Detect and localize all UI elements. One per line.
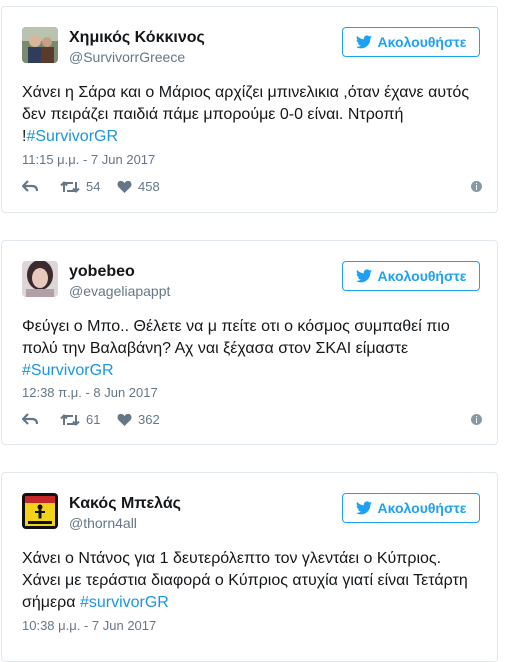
avatar[interactable] (22, 493, 58, 529)
author-handle[interactable]: @SurvivorrGreece (69, 49, 185, 65)
like-button[interactable]: 362 (117, 412, 160, 427)
reply-icon (22, 180, 38, 192)
twitter-bird-icon (355, 501, 372, 515)
follow-label: Ακολουθήστε (377, 268, 467, 284)
follow-label: Ακολουθήστε (377, 500, 467, 516)
tweet-actions: 61 362 (22, 412, 482, 430)
info-icon[interactable] (471, 414, 482, 425)
retweet-icon (60, 180, 80, 193)
follow-label: Ακολουθήστε (377, 34, 467, 50)
retweet-count: 54 (86, 179, 101, 194)
tweet-text: Χάνει η Σάρα και ο Μάριος αρχίζει μπινελ… (22, 82, 482, 148)
author-name[interactable]: Χημικός Κόκκινος (69, 29, 205, 47)
follow-button[interactable]: Ακολουθήστε (342, 27, 480, 57)
hashtag-link[interactable]: #SurvivorGR (22, 362, 114, 379)
info-icon[interactable] (471, 181, 482, 192)
author-name[interactable]: Κακός Μπελάς (69, 495, 181, 513)
follow-button[interactable]: Ακολουθήστε (342, 261, 480, 291)
tweet-text: Φεύγει ο Μπο.. Θέλετε να μ πείτε οτι ο κ… (22, 316, 482, 382)
avatar[interactable] (22, 27, 58, 63)
reply-icon (22, 413, 38, 425)
retweet-button[interactable]: 54 (60, 179, 100, 194)
like-count: 362 (138, 412, 160, 427)
author-name[interactable]: yobebeo (69, 263, 135, 281)
like-button[interactable]: 458 (117, 179, 160, 194)
like-count: 458 (138, 179, 160, 194)
author-handle[interactable]: @thorn4all (69, 515, 137, 531)
heart-icon (117, 180, 132, 193)
reply-button[interactable] (22, 179, 38, 193)
retweet-count: 61 (86, 412, 101, 427)
avatar[interactable] (22, 261, 58, 297)
timestamp[interactable]: 10:38 μ.μ. - 7 Jun 2017 (22, 618, 156, 633)
retweet-icon (60, 413, 80, 426)
timestamp[interactable]: 12:38 π.μ. - 8 Jun 2017 (22, 385, 158, 400)
twitter-bird-icon (355, 35, 372, 49)
author-handle[interactable]: @evageliapappt (69, 283, 170, 299)
tweet-card: Κακός Μπελάς @thorn4all Ακολουθήστε Χάνε… (1, 472, 498, 662)
tweet-actions: 54 458 (22, 179, 482, 197)
hashtag-link[interactable]: #SurvivorGR (26, 128, 118, 145)
tweet-card: yobebeo @evageliapappt Ακολουθήστε Φεύγε… (1, 240, 498, 445)
timestamp[interactable]: 11:15 μ.μ. - 7 Jun 2017 (22, 152, 155, 167)
tweet-card: Χημικός Κόκκινος @SurvivorrGreece Ακολου… (1, 6, 498, 213)
hashtag-link[interactable]: #survivorGR (80, 594, 169, 611)
follow-button[interactable]: Ακολουθήστε (342, 493, 480, 523)
retweet-button[interactable]: 61 (60, 412, 100, 427)
reply-button[interactable] (22, 412, 38, 426)
tweet-body: Φεύγει ο Μπο.. Θέλετε να μ πείτε οτι ο κ… (22, 318, 450, 357)
twitter-bird-icon (355, 269, 372, 283)
heart-icon (117, 413, 132, 426)
tweet-text: Χάνει ο Ντάνος για 1 δευτερόλεπτο τον γλ… (22, 548, 482, 614)
